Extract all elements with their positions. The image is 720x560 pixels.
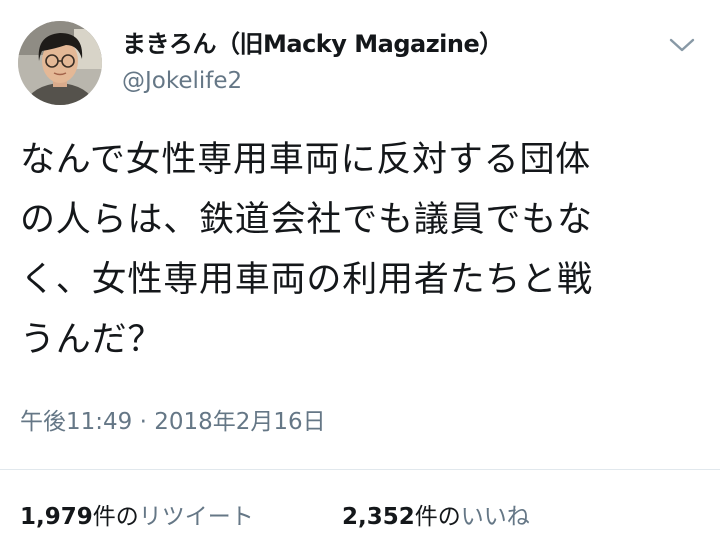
retweet-unit: 件の bbox=[92, 504, 139, 530]
like-count: 2,352 bbox=[342, 504, 415, 530]
tweet-text-line: の人らは、鉄道会社でも議員でもな bbox=[20, 200, 593, 240]
retweet-label: リツイート bbox=[138, 504, 254, 530]
more-options-button[interactable] bbox=[664, 30, 700, 60]
author-handle[interactable]: @Jokelife2 bbox=[122, 66, 242, 96]
tweet-text-line: く、女性専用車両の利用者たちと戦 bbox=[20, 260, 593, 300]
like-count-link[interactable]: 2,352件のいいね bbox=[342, 500, 530, 534]
like-unit: 件の bbox=[414, 504, 461, 530]
tweet-card: まきろん（旧Macky Magazine） @Jokelife2 なんで女性専用… bbox=[0, 0, 720, 560]
chevron-down-icon bbox=[669, 38, 695, 52]
tweet-text-line: なんで女性専用車両に反対する団体 bbox=[20, 140, 592, 180]
retweet-count: 1,979 bbox=[20, 504, 93, 530]
like-label: いいね bbox=[460, 504, 530, 530]
tweet-text-line: うんだ？ bbox=[20, 320, 164, 360]
author-name[interactable]: まきろん（旧Macky Magazine） bbox=[122, 28, 503, 60]
retweet-count-link[interactable]: 1,979件のリツイート bbox=[20, 500, 254, 534]
avatar-photo bbox=[18, 21, 102, 105]
avatar[interactable] bbox=[18, 21, 102, 105]
tweet-text: なんで女性専用車両に反対する団体 の人らは、鉄道会社でも議員でもな く、女性専用… bbox=[20, 130, 705, 370]
divider bbox=[0, 469, 720, 470]
tweet-timestamp[interactable]: 午後11:49 · 2018年2月16日 bbox=[20, 406, 326, 438]
